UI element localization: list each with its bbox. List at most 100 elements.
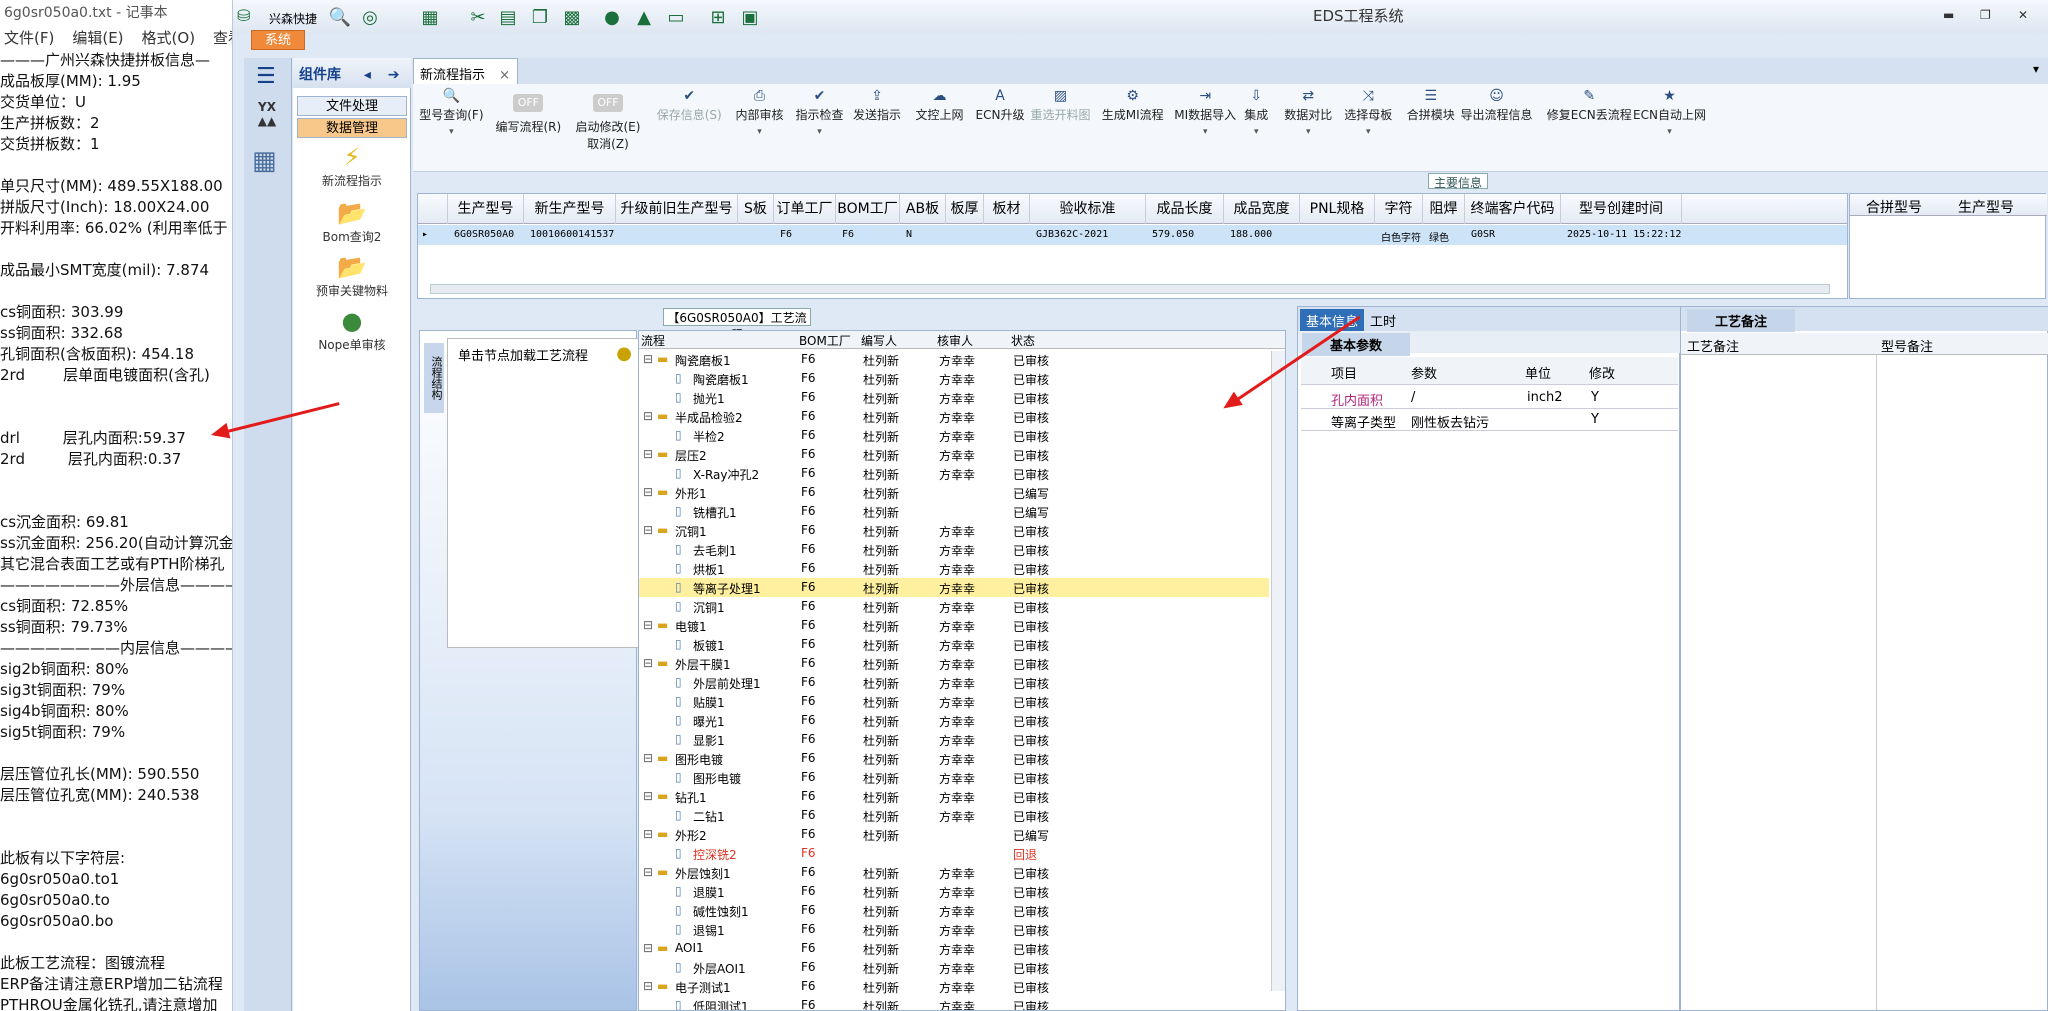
tree-row[interactable]: ▯ 显影1 F6 杜列新 方幸幸 已审核: [639, 730, 1269, 749]
table-icon[interactable]: ▦: [419, 6, 441, 28]
comp-item-new-flow[interactable]: ⚡ 新流程指示: [297, 142, 407, 189]
expander-icon[interactable]: ⊟: [643, 352, 653, 366]
maximize-button[interactable]: ❐: [1980, 8, 1991, 22]
expander-icon[interactable]: ⊟: [643, 618, 653, 632]
grid-header-cell[interactable]: AB板: [900, 194, 946, 224]
toolbar-btn-16[interactable]: ☺ 导出流程信息: [1461, 88, 1533, 123]
process-load-hint[interactable]: 单击节点加载工艺流程 ●: [447, 338, 639, 648]
grid-header-cell[interactable]: 成品长度: [1146, 194, 1224, 224]
tree-row[interactable]: ▯ 陶瓷磨板1 F6 杜列新 方幸幸 已审核: [639, 369, 1269, 388]
toolbar-btn-2[interactable]: OFF 启动修改(E) 取消(Z): [576, 88, 640, 152]
grid-header-cell[interactable]: 升级前旧生产型号: [616, 194, 738, 224]
grid-header-cell[interactable]: 板厚: [946, 194, 984, 224]
toolbar-btn-3[interactable]: ✔ 保存信息(S): [657, 88, 722, 123]
grid-header-cell[interactable]: 订单工厂: [774, 194, 836, 224]
chevron-down-icon[interactable]: ▾: [2033, 62, 2039, 76]
calculator-icon[interactable]: ▦: [252, 146, 277, 176]
tree-row[interactable]: ▯ 图形电镀 F6 杜列新 方幸幸 已审核: [639, 768, 1269, 787]
tree-row[interactable]: ▯ 退锡1 F6 杜列新 方幸幸 已审核: [639, 920, 1269, 939]
tree-row[interactable]: ▯ 外层AOI1 F6 杜列新 方幸幸 已审核: [639, 958, 1269, 977]
tree-row[interactable]: ▯ X-Ray冲孔2 F6 杜列新 方幸幸 已审核: [639, 464, 1269, 483]
toolbar-btn-14[interactable]: ⤨ 选择母板 ▾: [1344, 88, 1392, 137]
tree-row[interactable]: ▯ 外层前处理1 F6 杜列新 方幸幸 已审核: [639, 673, 1269, 692]
minimize-button[interactable]: ▬: [1943, 8, 1954, 22]
comp-item-material[interactable]: 📂 预审关键物料: [297, 252, 407, 299]
chevron-left-icon[interactable]: ◂: [364, 67, 371, 83]
process-structure-tab[interactable]: 流程结构: [424, 343, 444, 413]
yx-logo-icon[interactable]: YX ▲▲: [252, 100, 282, 134]
toolbar-btn-0[interactable]: 🔍 型号查询(F) ▾: [419, 88, 483, 137]
expander-icon[interactable]: ⊟: [643, 865, 653, 879]
tab-work-hours[interactable]: 工时: [1370, 311, 1396, 330]
tree-row[interactable]: ▯ 等离子处理1 F6 杜列新 方幸幸 已审核: [639, 578, 1269, 597]
comp-section-data[interactable]: 数据管理: [297, 118, 407, 138]
expander-icon[interactable]: ⊟: [643, 485, 653, 499]
toolbar-btn-4[interactable]: ⎙ 内部审核 ▾: [736, 88, 784, 137]
expander-icon[interactable]: ⊟: [643, 656, 653, 670]
toolbar-btn-7[interactable]: ☁ 文控上网: [916, 88, 964, 123]
tree-row[interactable]: ▯ 贴膜1 F6 杜列新 方幸幸 已审核: [639, 692, 1269, 711]
tree-row[interactable]: ⊟ ▬ 层压2 F6 杜列新 方幸幸 已审核: [639, 445, 1269, 464]
comp-item-nope[interactable]: ● Nope单审核: [297, 306, 407, 353]
vertical-scrollbar[interactable]: [1271, 351, 1285, 991]
tree-row[interactable]: ⊟ ▬ 电镀1 F6 杜列新 方幸幸 已审核: [639, 616, 1269, 635]
chart-icon[interactable]: ▲: [633, 6, 655, 28]
toolbar-btn-1[interactable]: OFF 编写流程(R): [496, 88, 561, 135]
tree-row[interactable]: ⊟ ▬ 陶瓷磨板1 F6 杜列新 方幸幸 已审核: [639, 350, 1269, 369]
comp-section-file[interactable]: 文件处理: [297, 96, 407, 116]
grid-header-cell[interactable]: 终端客户代码: [1465, 194, 1561, 224]
tree-row[interactable]: ▯ 板镀1 F6 杜列新 方幸幸 已审核: [639, 635, 1269, 654]
notepad-text-area[interactable]: ———广州兴森快捷拼板信息— 成品板厚(MM): 1.95 交货单位：U 生产拼板数：…: [0, 50, 232, 1011]
grid-header-cell[interactable]: 成品宽度: [1224, 194, 1300, 224]
chevron-down-icon[interactable]: ▾: [1284, 127, 1332, 137]
grid-header-cell[interactable]: 板材: [984, 194, 1030, 224]
close-tab-icon[interactable]: ×: [499, 68, 510, 83]
grid-icon[interactable]: ▩: [561, 6, 583, 28]
film-icon[interactable]: ▤: [497, 6, 519, 28]
comp-item-bom[interactable]: 📂 Bom查询2: [297, 198, 407, 245]
toolbar-btn-18[interactable]: ★ ECN自动上网 ▾: [1633, 88, 1706, 137]
chevron-down-icon[interactable]: ▾: [419, 127, 483, 137]
tab-new-flow[interactable]: 新流程指示 ×: [413, 58, 518, 84]
tree-row[interactable]: ⊟ ▬ 钻孔1 F6 杜列新 方幸幸 已审核: [639, 787, 1269, 806]
tree-row[interactable]: ⊟ ▬ AOI1 F6 杜列新 方幸幸 已审核: [639, 939, 1269, 958]
tree-row[interactable]: ⊟ ▬ 外形1 F6 杜列新 已编写: [639, 483, 1269, 502]
system-menu-tab[interactable]: 系统: [251, 30, 305, 50]
toolbar-btn-11[interactable]: ⇥ MI数据导入 ▾: [1174, 88, 1236, 137]
tree-row[interactable]: ⊟ ▬ 外层蚀刻1 F6 杜列新 方幸幸 已审核: [639, 863, 1269, 882]
chevron-down-icon[interactable]: ▾: [1633, 127, 1706, 137]
toolbar-btn-5[interactable]: ✔ 指示检查 ▾: [796, 88, 844, 137]
chevron-down-icon[interactable]: ▾: [736, 127, 784, 137]
horizontal-scrollbar[interactable]: [430, 284, 1830, 294]
toolbar-btn-13[interactable]: ⇄ 数据对比 ▾: [1284, 88, 1332, 137]
tree-row[interactable]: ▯ 碱性蚀刻1 F6 杜列新 方幸幸 已审核: [639, 901, 1269, 920]
expander-icon[interactable]: ⊟: [643, 941, 653, 955]
menu-icon[interactable]: ☰: [256, 64, 276, 89]
scissors-icon[interactable]: ✂: [467, 6, 489, 28]
grid-header-cell[interactable]: 生产型号: [448, 194, 524, 224]
notepad-menu-item[interactable]: 文件(F): [4, 29, 54, 47]
notepad-menu-item[interactable]: 格式(O): [142, 29, 196, 47]
expander-icon[interactable]: ⊟: [643, 789, 653, 803]
expander-icon[interactable]: ⊟: [643, 447, 653, 461]
toolbar-btn-8[interactable]: A ECN升级: [976, 88, 1025, 123]
grid-header-cell[interactable]: 型号创建时间: [1561, 194, 1682, 224]
tree-row[interactable]: ▯ 烘板1 F6 杜列新 方幸幸 已审核: [639, 559, 1269, 578]
tree-row[interactable]: ▯ 去毛刺1 F6 杜列新 方幸幸 已审核: [639, 540, 1269, 559]
grid-header-cell[interactable]: BOM工厂: [836, 194, 900, 224]
lifebuoy-icon[interactable]: ◎: [359, 6, 381, 28]
tree-row[interactable]: ⊟ ▬ 外形2 F6 杜列新 已编写: [639, 825, 1269, 844]
toolbar-btn-15[interactable]: ☰ 合拼模块: [1407, 88, 1455, 123]
close-button[interactable]: ✕: [2018, 8, 2028, 22]
tree-row[interactable]: ▯ 铣槽孔1 F6 杜列新 已编写: [639, 502, 1269, 521]
tree-row[interactable]: ▯ 抛光1 F6 杜列新 方幸幸 已审核: [639, 388, 1269, 407]
tree-row[interactable]: ▯ 曝光1 F6 杜列新 方幸幸 已审核: [639, 711, 1269, 730]
chevron-down-icon[interactable]: ▾: [1344, 127, 1392, 137]
grid-header-cell[interactable]: S板: [738, 194, 774, 224]
windows-icon[interactable]: ⊞: [707, 6, 729, 28]
pin-icon[interactable]: ➔: [388, 67, 400, 83]
expander-icon[interactable]: ⊟: [643, 751, 653, 765]
notepad-menu-item[interactable]: 编辑(E): [72, 29, 123, 47]
notepad-menu-item[interactable]: 查看(V): [213, 29, 232, 47]
grid-header-cell[interactable]: 阻焊: [1423, 194, 1465, 224]
